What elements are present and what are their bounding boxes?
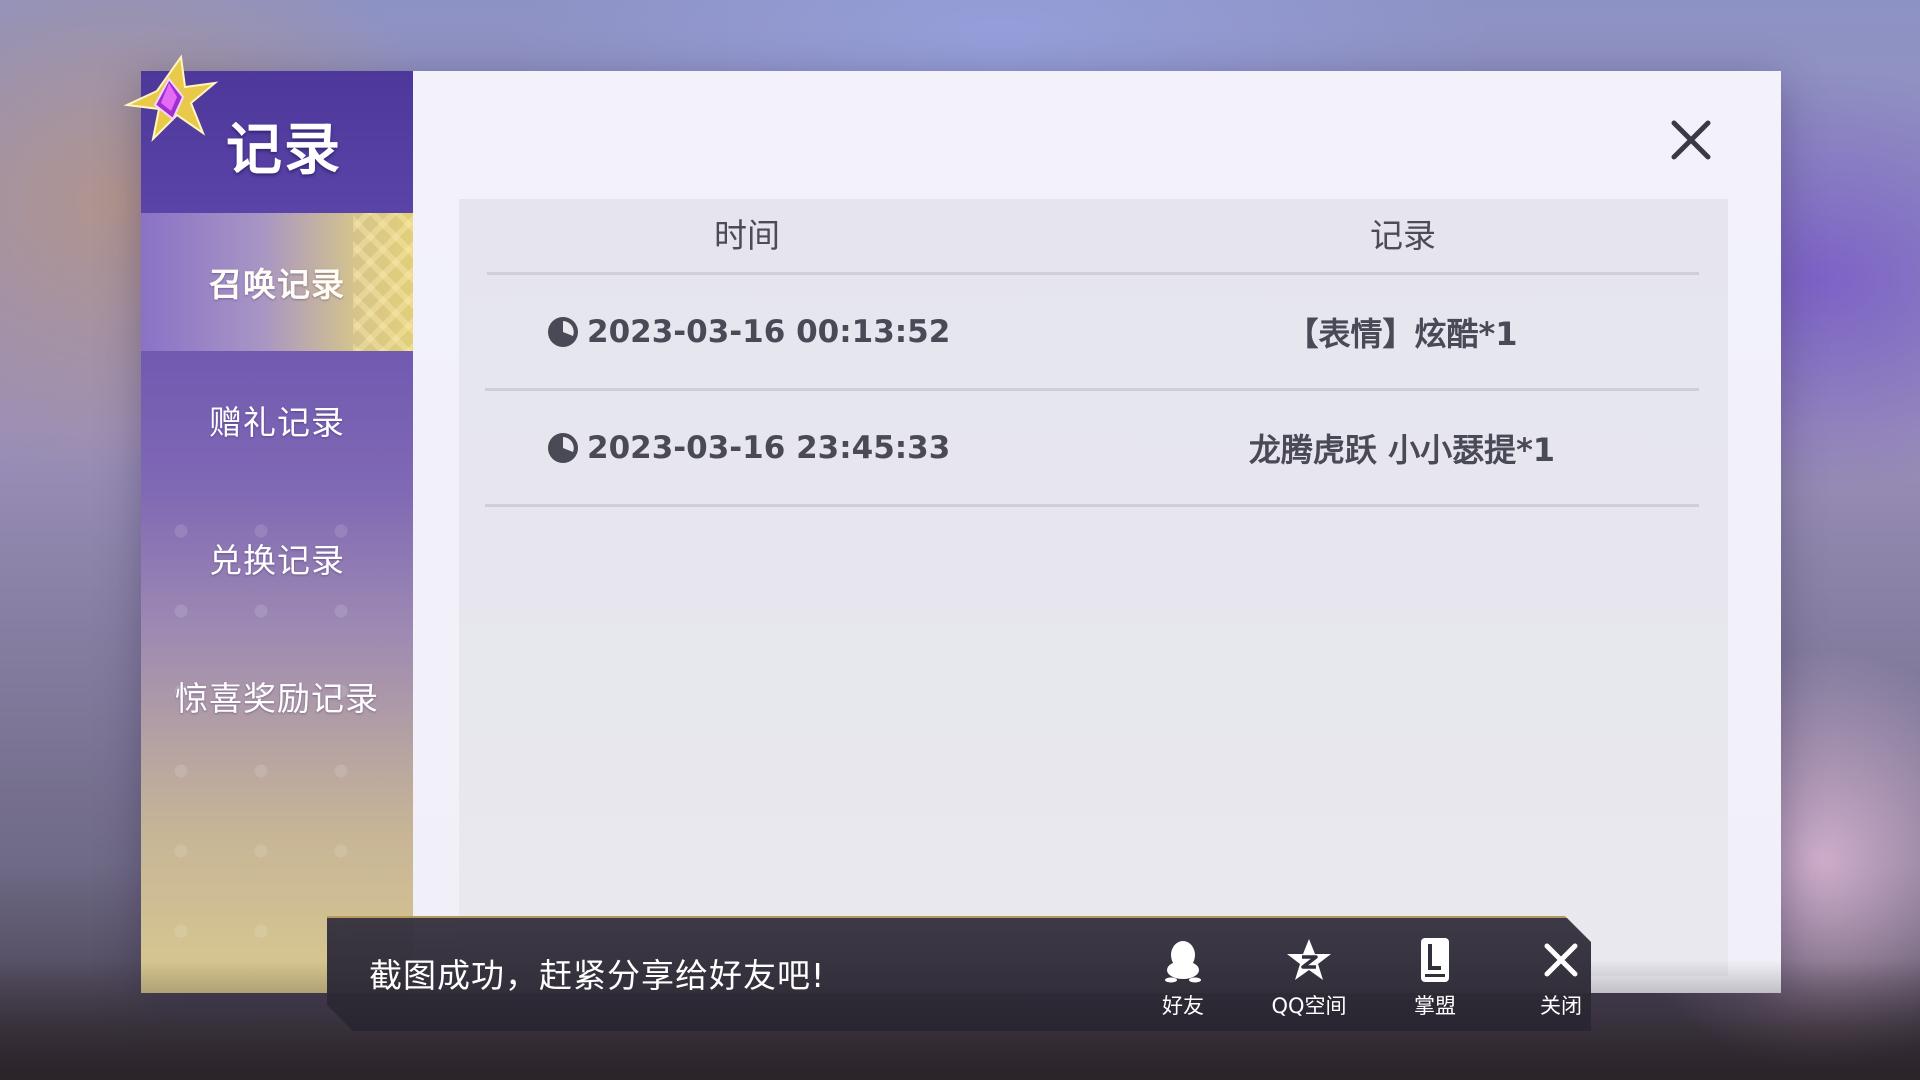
sidebar-item-label: 惊喜奖励记录 bbox=[175, 679, 379, 718]
clock-icon bbox=[548, 432, 578, 463]
sidebar-item-gift-record[interactable]: 赠礼记录 bbox=[141, 351, 413, 489]
close-icon bbox=[1544, 943, 1578, 977]
time-cell: 2023-03-16 00:13:52 bbox=[547, 275, 950, 388]
sidebar-item-label: 兑换记录 bbox=[209, 541, 345, 580]
sidebar-item-summon-record[interactable]: 召唤记录 bbox=[141, 213, 413, 351]
sidebar-item-exchange-record[interactable]: 兑换记录 bbox=[141, 489, 413, 627]
sidebar: 记录 召唤记录 赠礼记录 兑换记录 惊喜奖励记录 bbox=[141, 71, 413, 993]
table-row: 2023-03-16 23:45:33 龙腾虎跃 小小瑟提*1 bbox=[485, 391, 1699, 507]
clock-icon bbox=[548, 316, 578, 347]
table-header: 时间 记录 bbox=[487, 199, 1699, 275]
star-emblem-icon bbox=[123, 54, 219, 143]
sidebar-item-surprise-reward-record[interactable]: 惊喜奖励记录 bbox=[141, 627, 413, 765]
share-zhangmeng-button[interactable]: 掌盟 bbox=[1385, 936, 1485, 1022]
record-table: 时间 记录 2023-03-16 00:13:52 【表情】炫酷*1 2023-… bbox=[459, 199, 1728, 976]
close-icon[interactable] bbox=[1666, 115, 1716, 165]
zhangmeng-icon bbox=[1421, 938, 1449, 982]
share-friend-button[interactable]: 好友 bbox=[1133, 936, 1233, 1022]
record-dialog: 记录 召唤记录 赠礼记录 兑换记录 惊喜奖励记录 时间 记录 2023-03-1… bbox=[123, 54, 1781, 993]
sidebar-item-label: 召唤记录 bbox=[209, 265, 345, 304]
column-header-time: 时间 bbox=[714, 216, 780, 255]
record-cell: 龙腾虎跃 小小瑟提*1 bbox=[1248, 430, 1556, 469]
column-header-record: 记录 bbox=[1370, 216, 1436, 255]
game-background: 记录 召唤记录 赠礼记录 兑换记录 惊喜奖励记录 时间 记录 2023-03-1… bbox=[0, 0, 1920, 1080]
share-button-label: 好友 bbox=[1162, 994, 1204, 1018]
qq-penguin-icon bbox=[1165, 941, 1201, 983]
sidebar-item-label: 赠礼记录 bbox=[209, 403, 345, 442]
dialog-title: 记录 bbox=[226, 118, 342, 183]
content-panel: 时间 记录 2023-03-16 00:13:52 【表情】炫酷*1 2023-… bbox=[413, 71, 1781, 993]
toast-message: 截图成功，赶紧分享给好友吧! bbox=[369, 956, 826, 995]
share-qzone-button[interactable]: QQ空间 bbox=[1259, 936, 1359, 1022]
time-value: 2023-03-16 00:13:52 bbox=[587, 313, 951, 350]
time-cell: 2023-03-16 23:45:33 bbox=[547, 391, 950, 504]
share-button-label: 掌盟 bbox=[1414, 994, 1456, 1018]
time-value: 2023-03-16 23:45:33 bbox=[587, 429, 951, 466]
record-cell: 【表情】炫酷*1 bbox=[1286, 314, 1518, 353]
qzone-star-icon bbox=[1287, 939, 1331, 980]
share-button-label: QQ空间 bbox=[1271, 994, 1347, 1018]
share-toast: 截图成功，赶紧分享给好友吧! 好友 QQ空间 掌盟 关闭 bbox=[327, 916, 1591, 1031]
share-button-label: 关闭 bbox=[1540, 994, 1582, 1018]
table-row: 2023-03-16 00:13:52 【表情】炫酷*1 bbox=[485, 275, 1699, 391]
